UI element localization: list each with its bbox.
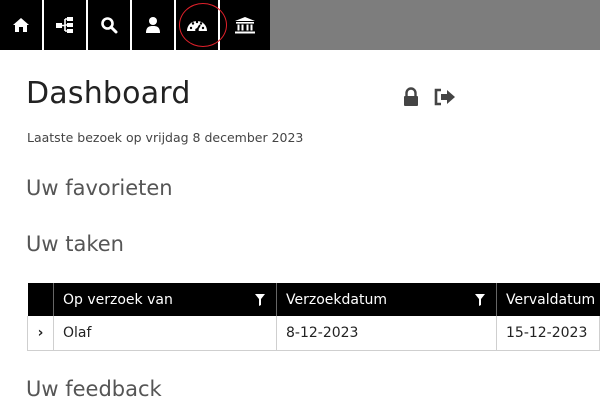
lock-icon [404,87,418,106]
logout-icon [434,88,455,106]
user-icon [146,17,160,33]
top-bar [0,0,600,50]
nav-dashboard-button[interactable] [176,0,227,50]
tasks-table: Op verzoek van Verzoekdatum Vervaldatum … [27,283,600,351]
column-header-due-date[interactable]: Vervaldatum [496,283,600,316]
favorites-heading: Uw favorieten [26,176,173,200]
institution-icon [235,17,255,34]
main-nav [0,0,270,50]
nav-sitemap-button[interactable] [44,0,88,50]
search-icon [101,17,118,34]
expand-column-header [27,283,54,316]
table-header-row: Op verzoek van Verzoekdatum Vervaldatum [27,283,600,316]
nav-search-button[interactable] [88,0,132,50]
nav-institution-button[interactable] [220,0,270,50]
table-row[interactable]: › Olaf 8-12-2023 15-12-2023 [27,316,600,351]
last-visit-text: Laatste bezoek op vrijdag 8 december 202… [27,130,304,145]
cell-due-date: 15-12-2023 [496,316,600,351]
logout-button[interactable] [433,86,457,108]
column-header-label: Verzoekdatum [286,291,387,308]
lock-button[interactable] [399,86,423,108]
filter-icon[interactable] [475,294,485,306]
chevron-right-icon: › [37,324,44,341]
cell-requested-by: Olaf [53,316,277,351]
filter-icon[interactable] [255,294,265,306]
column-header-label: Vervaldatum [506,291,596,308]
home-icon [13,18,29,32]
cell-request-date: 8-12-2023 [276,316,497,351]
column-header-request-date[interactable]: Verzoekdatum [276,283,497,316]
feedback-heading: Uw feedback [26,377,162,401]
title-actions [399,86,457,108]
nav-user-button[interactable] [132,0,176,50]
tasks-heading: Uw taken [26,232,124,256]
column-header-label: Op verzoek van [63,291,173,308]
expand-row-button[interactable]: › [27,316,54,351]
sitemap-icon [56,17,73,33]
page-title: Dashboard [26,76,191,111]
column-header-requested-by[interactable]: Op verzoek van [53,283,277,316]
nav-home-button[interactable] [0,0,44,50]
